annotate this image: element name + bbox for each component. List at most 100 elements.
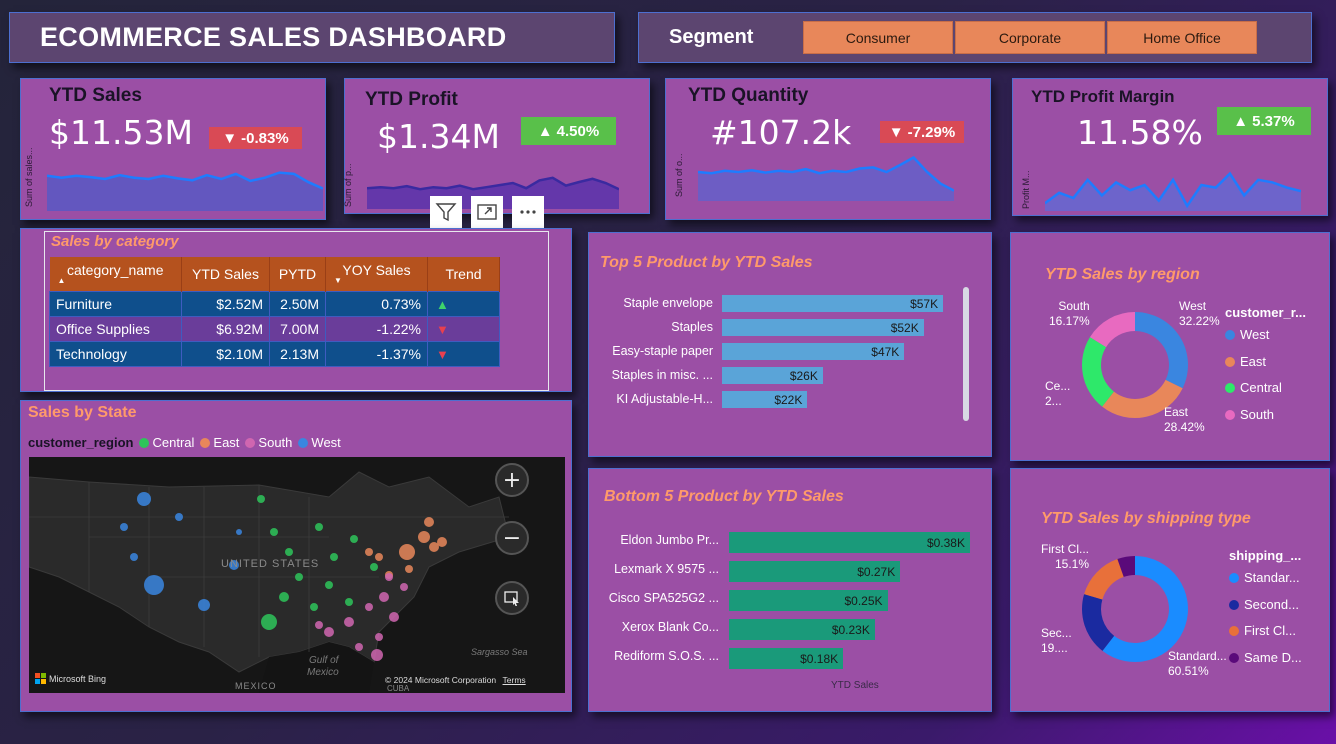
sales-by-category-table: category_name YTD Sales PYTD YOY Sales T… bbox=[49, 257, 500, 367]
bing-map[interactable]: UNITED STATES Gulf of Mexico Sargasso Se… bbox=[29, 457, 565, 693]
bar[interactable]: $22K bbox=[722, 391, 808, 408]
visual-more-options-button[interactable] bbox=[512, 196, 544, 228]
shipping-legend-item-first-class[interactable]: First Cl... bbox=[1229, 623, 1296, 638]
bar-category-label: Staples in misc. ... bbox=[611, 368, 713, 382]
minus-icon: − bbox=[502, 525, 522, 551]
region-label-west: West 32.22% bbox=[1179, 299, 1220, 328]
kpi-ytd-profit-margin-axis-label: Profit M... bbox=[1021, 170, 1031, 209]
map-zoom-out-button[interactable]: − bbox=[495, 521, 529, 555]
segment-slicer: Segment Consumer Corporate Home Office bbox=[638, 12, 1312, 63]
region-legend-item-central[interactable]: Central bbox=[1225, 380, 1282, 395]
map-label-cuba: CUBA bbox=[387, 684, 410, 693]
map-canvas: UNITED STATES Gulf of Mexico Sargasso Se… bbox=[29, 457, 565, 693]
cell-yoy-sales: 0.73% bbox=[325, 290, 428, 317]
south-dot-icon bbox=[245, 437, 256, 448]
kpi-ytd-profit-card[interactable]: YTD Profit $1.34M ▲ 4.50% Sum of p... bbox=[343, 78, 650, 214]
sales-by-category-card[interactable]: Sales by category category_name YTD Sale… bbox=[20, 228, 572, 392]
trend-down-icon: ▼ bbox=[436, 321, 449, 337]
dashboard-title: ECOMMERCE SALES DASHBOARD bbox=[40, 22, 507, 52]
map-label-gulf-line1: Gulf of bbox=[309, 655, 340, 666]
map-bubble bbox=[295, 573, 303, 581]
kpi-ytd-profit-axis-label: Sum of p... bbox=[343, 163, 353, 207]
kpi-ytd-profit-label: YTD Profit bbox=[365, 89, 458, 110]
table-row[interactable]: Furniture $2.52M 2.50M 0.73% ▲ bbox=[49, 290, 500, 317]
top5-products-card[interactable]: Top 5 Product by YTD Sales Staple envelo… bbox=[588, 232, 992, 457]
visual-focus-mode-button[interactable] bbox=[471, 196, 503, 228]
bar[interactable]: $0.27K bbox=[729, 561, 901, 582]
sales-by-state-card[interactable]: Sales by State customer_region Central E… bbox=[20, 400, 572, 712]
segment-corporate-button[interactable]: Corporate bbox=[955, 21, 1105, 54]
bing-label: Microsoft Bing bbox=[49, 673, 107, 684]
cell-category-name: Technology bbox=[49, 340, 182, 367]
region-legend-item-west[interactable]: West bbox=[1225, 327, 1269, 342]
up-arrow-icon: ▲ bbox=[1233, 112, 1249, 130]
cell-ytd-sales: $2.10M bbox=[181, 340, 270, 367]
bar[interactable]: $0.38K bbox=[729, 532, 970, 553]
region-legend-item-south[interactable]: South bbox=[1225, 407, 1274, 422]
bar[interactable]: $26K bbox=[722, 367, 823, 384]
column-header-ytd-sales[interactable]: YTD Sales bbox=[181, 257, 270, 291]
bar-category-label: Lexmark X 9575 ... bbox=[614, 562, 719, 576]
map-legend-item-east[interactable]: East bbox=[200, 435, 239, 450]
table-row[interactable]: Technology $2.10M 2.13M -1.37% ▼ bbox=[49, 340, 500, 367]
kpi-ytd-profit-value: $1.34M bbox=[377, 117, 500, 156]
bar[interactable]: $47K bbox=[722, 343, 905, 360]
column-header-yoy-sales[interactable]: YOY Sales bbox=[325, 257, 428, 291]
shipping-legend-item-second[interactable]: Second... bbox=[1229, 597, 1299, 612]
sales-by-shipping-card[interactable]: YTD Sales by shipping type First Cl... 15… bbox=[1010, 468, 1330, 712]
bar[interactable]: $57K bbox=[722, 295, 944, 312]
bar[interactable]: $0.18K bbox=[729, 648, 844, 669]
map-select-button[interactable] bbox=[495, 581, 529, 615]
cell-pytd: 2.50M bbox=[269, 290, 326, 317]
map-bubble bbox=[198, 599, 210, 611]
kpi-ytd-sales-card[interactable]: YTD Sales $11.53M ▼ -0.83% Sum of sales.… bbox=[20, 78, 326, 220]
map-legend-item-central[interactable]: Central bbox=[139, 435, 194, 450]
column-header-pytd[interactable]: PYTD bbox=[269, 257, 326, 291]
shipping-legend-item-same-day[interactable]: Same D... bbox=[1229, 650, 1302, 665]
map-bubble bbox=[365, 603, 373, 611]
map-zoom-in-button[interactable]: + bbox=[495, 463, 529, 497]
map-bubble bbox=[385, 573, 393, 581]
cell-ytd-sales: $6.92M bbox=[181, 315, 270, 342]
map-bubble bbox=[137, 492, 151, 506]
plus-icon: + bbox=[502, 467, 522, 493]
kpi-ytd-sales-label: YTD Sales bbox=[49, 85, 142, 106]
bar[interactable]: $52K bbox=[722, 319, 924, 336]
region-label-south: South 16.17% bbox=[1049, 299, 1090, 328]
expand-icon bbox=[477, 204, 497, 220]
bar-value-label: $0.23K bbox=[831, 622, 870, 637]
kpi-ytd-sales-change: -0.83% bbox=[241, 129, 289, 147]
bar-value-label: $52K bbox=[890, 320, 919, 335]
region-legend-item-east[interactable]: East bbox=[1225, 354, 1266, 369]
bar-category-label: Staples bbox=[671, 320, 713, 334]
segment-home-office-button[interactable]: Home Office bbox=[1107, 21, 1257, 54]
bar-value-label: $0.18K bbox=[800, 651, 839, 666]
segment-consumer-button[interactable]: Consumer bbox=[803, 21, 953, 54]
visual-filter-button[interactable] bbox=[430, 196, 462, 228]
map-bubble bbox=[315, 523, 323, 531]
column-header-trend[interactable]: Trend bbox=[427, 257, 500, 291]
cell-pytd: 7.00M bbox=[269, 315, 326, 342]
donut-slice bbox=[1082, 337, 1114, 407]
more-options-icon bbox=[520, 210, 536, 214]
top5-scrollbar[interactable] bbox=[963, 287, 969, 421]
bar[interactable]: $0.23K bbox=[729, 619, 875, 640]
column-header-category-name[interactable]: category_name bbox=[49, 257, 182, 291]
kpi-ytd-quantity-card[interactable]: YTD Quantity #107.2k ▼ -7.29% Sum of o..… bbox=[665, 78, 991, 220]
map-legend-item-south[interactable]: South bbox=[245, 435, 292, 450]
map-legend-item-west[interactable]: West bbox=[298, 435, 341, 450]
map-bubble bbox=[405, 565, 413, 573]
bar[interactable]: $0.25K bbox=[729, 590, 888, 611]
bottom5-products-card[interactable]: Bottom 5 Product by YTD Sales Eldon Jumb… bbox=[588, 468, 992, 712]
map-terms-link[interactable]: Terms bbox=[503, 675, 526, 685]
shipping-legend-item-standard[interactable]: Standar... bbox=[1229, 570, 1300, 585]
map-copyright: © 2024 Microsoft Corporation Terms bbox=[385, 675, 526, 685]
shipping-label-second: Sec... 19.... bbox=[1041, 626, 1072, 655]
map-bubble bbox=[389, 612, 399, 622]
map-bubble bbox=[285, 548, 293, 556]
sales-by-region-card[interactable]: YTD Sales by region West 32.22% South 16.1… bbox=[1010, 232, 1330, 461]
map-bubble bbox=[120, 523, 128, 531]
sales-by-category-title: Sales by category bbox=[51, 233, 179, 250]
kpi-ytd-profit-margin-card[interactable]: YTD Profit Margin 11.58% ▲ 5.37% Profit … bbox=[1012, 78, 1328, 216]
table-row[interactable]: Office Supplies $6.92M 7.00M -1.22% ▼ bbox=[49, 315, 500, 342]
